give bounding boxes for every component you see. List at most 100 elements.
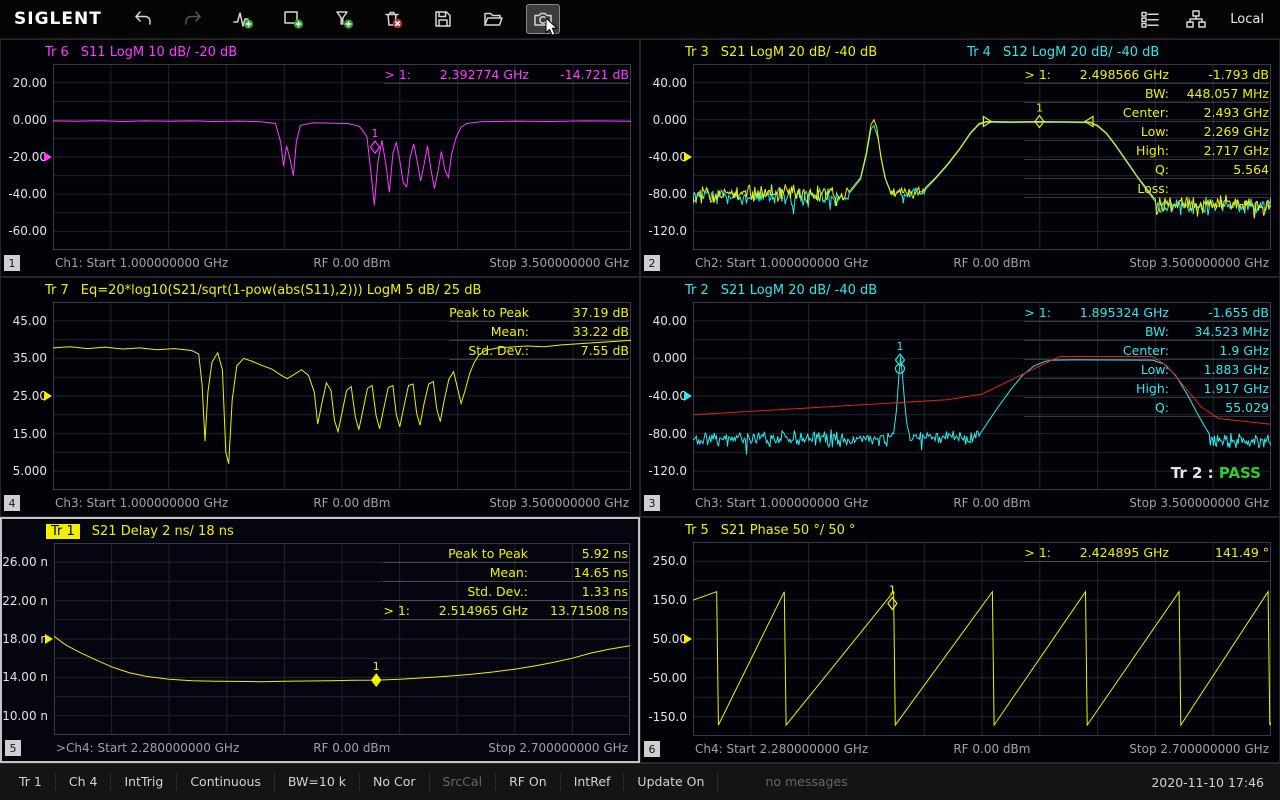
svg-text:1: 1 xyxy=(372,127,379,140)
status-item-srccal[interactable]: SrcCal xyxy=(430,773,497,791)
readout-value: 14.65 ns xyxy=(528,565,628,580)
readout-value: 34.523 MHz xyxy=(1169,324,1269,339)
status-item-no-messages[interactable]: no messages xyxy=(752,773,860,791)
readout-block: > 1:2.424895 GHz141.49 ° xyxy=(1024,543,1269,562)
add-marker-button[interactable] xyxy=(326,4,360,34)
status-item-ch-4[interactable]: Ch 4 xyxy=(56,773,112,791)
status-item-update-on[interactable]: Update On xyxy=(624,773,718,791)
y-axis-label: 0.000 xyxy=(653,113,693,127)
status-item-rf-on[interactable]: RF On xyxy=(496,773,561,791)
panel-footer: 5>Ch4: Start 2.280000000 GHzRF 0.00 dBmS… xyxy=(2,735,638,761)
window-number-badge[interactable]: 6 xyxy=(644,741,660,757)
lan-status-button[interactable] xyxy=(1182,4,1210,34)
readout-value: 1.883 GHz xyxy=(1169,362,1269,377)
delete-button[interactable] xyxy=(376,4,410,34)
plot-area[interactable]: 140.000.000-40.00-80.00-120.0> 1:2.49856… xyxy=(693,64,1271,250)
y-axis-label: -80.00 xyxy=(648,427,693,441)
channel-start-label: Ch4: Start 2.280000000 GHz xyxy=(695,742,868,756)
plot-area[interactable]: 1250.0150.050.00-50.00-150.0> 1:2.424895… xyxy=(693,542,1271,736)
reference-level-arrow xyxy=(45,634,53,644)
window-number-badge[interactable]: 1 xyxy=(4,255,20,271)
readout-block: > 1:1.895324 GHz-1.655 dBBW:34.523 MHzCe… xyxy=(1024,303,1269,417)
channel-stop-label: Stop 3.500000000 GHz xyxy=(489,256,629,270)
y-axis-label: 40.00 xyxy=(653,76,693,90)
window-number-badge[interactable]: 3 xyxy=(644,495,660,511)
window-number-badge[interactable]: 2 xyxy=(644,255,660,271)
y-axis-label: -80.00 xyxy=(648,187,693,201)
stat-row: BW:34.523 MHz xyxy=(1024,322,1269,341)
save-button[interactable] xyxy=(426,4,460,34)
hardcopy-setup-button[interactable] xyxy=(1136,4,1164,34)
stat-row: Q:55.029 xyxy=(1024,398,1269,417)
redo-button[interactable] xyxy=(176,4,210,34)
undo-button[interactable] xyxy=(126,4,160,34)
readout-label: BW: xyxy=(1145,324,1169,339)
status-item-intref[interactable]: IntRef xyxy=(561,773,625,791)
add-trace-button[interactable] xyxy=(226,4,260,34)
y-axis-label: -50.00 xyxy=(648,671,693,685)
open-icon xyxy=(482,8,504,30)
plot-area[interactable]: 126.00 n22.00 n18.00 n14.00 n10.00 nPeak… xyxy=(54,543,630,735)
open-button[interactable] xyxy=(476,4,510,34)
rf-power-label: RF 0.00 dBm xyxy=(313,496,390,510)
trace-format-label: S21 LogM 20 dB/ -40 dB xyxy=(721,283,877,298)
panel-2[interactable]: Tr 3S21 LogM 20 dB/ -40 dBTr 4S12 LogM 2… xyxy=(640,39,1280,277)
status-item-inttrig[interactable]: IntTrig xyxy=(111,773,177,791)
save-icon xyxy=(432,8,454,30)
add-marker-icon xyxy=(332,8,354,30)
status-item-bw-10-k[interactable]: BW=10 k xyxy=(275,773,360,791)
svg-text:1: 1 xyxy=(373,660,380,673)
channel-stop-label: Stop 2.700000000 GHz xyxy=(1129,742,1269,756)
marker-readout-row: > 1:2.498566 GHz-1.793 dB xyxy=(1024,65,1269,84)
panel-6[interactable]: Tr 5S21 Phase 50 °/ 50 °1250.0150.050.00… xyxy=(640,517,1280,763)
siglent-logo: SIGLENT xyxy=(14,9,110,29)
readout-label: Q: xyxy=(1155,162,1169,177)
trace-name: Tr 2 xyxy=(685,283,709,298)
readout-value: 33.22 dB xyxy=(529,324,629,339)
readout-value: 2.493 GHz xyxy=(1169,105,1269,120)
readout-frequency: 2.514965 GHz xyxy=(410,603,528,618)
window-number-badge[interactable]: 5 xyxy=(5,740,21,756)
stat-row: BW:448.057 MHz xyxy=(1024,84,1269,103)
readout-label: > 1: xyxy=(1024,67,1051,82)
mouse-cursor xyxy=(545,17,559,37)
channel-stop-label: Stop 2.700000000 GHz xyxy=(488,741,628,755)
readout-label: Mean: xyxy=(491,324,529,339)
channel-stop-label: Stop 3.500000000 GHz xyxy=(1129,256,1269,270)
trace-format-label: S12 LogM 20 dB/ -40 dB xyxy=(1003,45,1159,60)
add-trace-icon xyxy=(232,8,254,30)
panel-5[interactable]: Tr 1S21 Delay 2 ns/ 18 ns126.00 n22.00 n… xyxy=(0,517,640,763)
limit-test-status: PASS xyxy=(1219,464,1261,482)
delete-icon xyxy=(382,8,404,30)
window-number-badge[interactable]: 4 xyxy=(4,495,20,511)
readout-block: Peak to Peak37.19 dBMean:33.22 dBStd. De… xyxy=(449,303,629,360)
readout-label: BW: xyxy=(1145,86,1169,101)
toolbar-buttons xyxy=(126,4,560,34)
readout-value: 5.92 ns xyxy=(528,546,628,561)
readout-label: > 1: xyxy=(1024,305,1051,320)
local-label[interactable]: Local xyxy=(1230,12,1264,27)
y-axis-label: 40.00 xyxy=(653,314,693,328)
svg-text:1: 1 xyxy=(896,340,903,353)
plot-area[interactable]: 140.000.000-40.00-80.00-120.0> 1:1.89532… xyxy=(693,302,1271,490)
plot-area[interactable]: 45.0035.0025.0015.005.000Peak to Peak37.… xyxy=(53,302,631,490)
plot-area[interactable]: 120.000.000-20.00-40.00-60.00> 1:2.39277… xyxy=(53,64,631,250)
panel-4[interactable]: Tr 7Eq=20*log10(S21/sqrt(1-pow(abs(S11),… xyxy=(0,277,640,517)
status-item-continuous[interactable]: Continuous xyxy=(177,773,275,791)
panel-3[interactable]: Tr 2S21 LogM 20 dB/ -40 dB140.000.000-40… xyxy=(640,277,1280,517)
panel-footer: 3Ch3: Start 1.000000000 GHzRF 0.00 dBmSt… xyxy=(641,490,1279,516)
panel-header: Tr 3S21 LogM 20 dB/ -40 dBTr 4S12 LogM 2… xyxy=(685,40,1273,64)
readout-value: 2.717 GHz xyxy=(1169,143,1269,158)
status-item-tr-1[interactable]: Tr 1 xyxy=(6,773,56,791)
stat-row: Std. Dev.:7.55 dB xyxy=(449,341,629,360)
panel-1[interactable]: Tr 6S11 LogM 10 dB/ -20 dB120.000.000-20… xyxy=(0,39,640,277)
stat-row: Peak to Peak5.92 ns xyxy=(383,544,628,563)
readout-frequency: 2.424895 GHz xyxy=(1051,545,1169,560)
stat-row: Std. Dev.:1.33 ns xyxy=(383,582,628,601)
status-item-no-cor[interactable]: No Cor xyxy=(360,773,430,791)
toolbar-right: Local xyxy=(1136,4,1264,34)
status-bar-items: Tr 1Ch 4IntTrigContinuousBW=10 kNo CorSr… xyxy=(6,773,861,791)
vna-app: SIGLENT Local Tr 6S11 LogM 10 dB/ -20 dB… xyxy=(0,0,1280,800)
reference-level-arrow xyxy=(684,152,692,162)
add-window-button[interactable] xyxy=(276,4,310,34)
